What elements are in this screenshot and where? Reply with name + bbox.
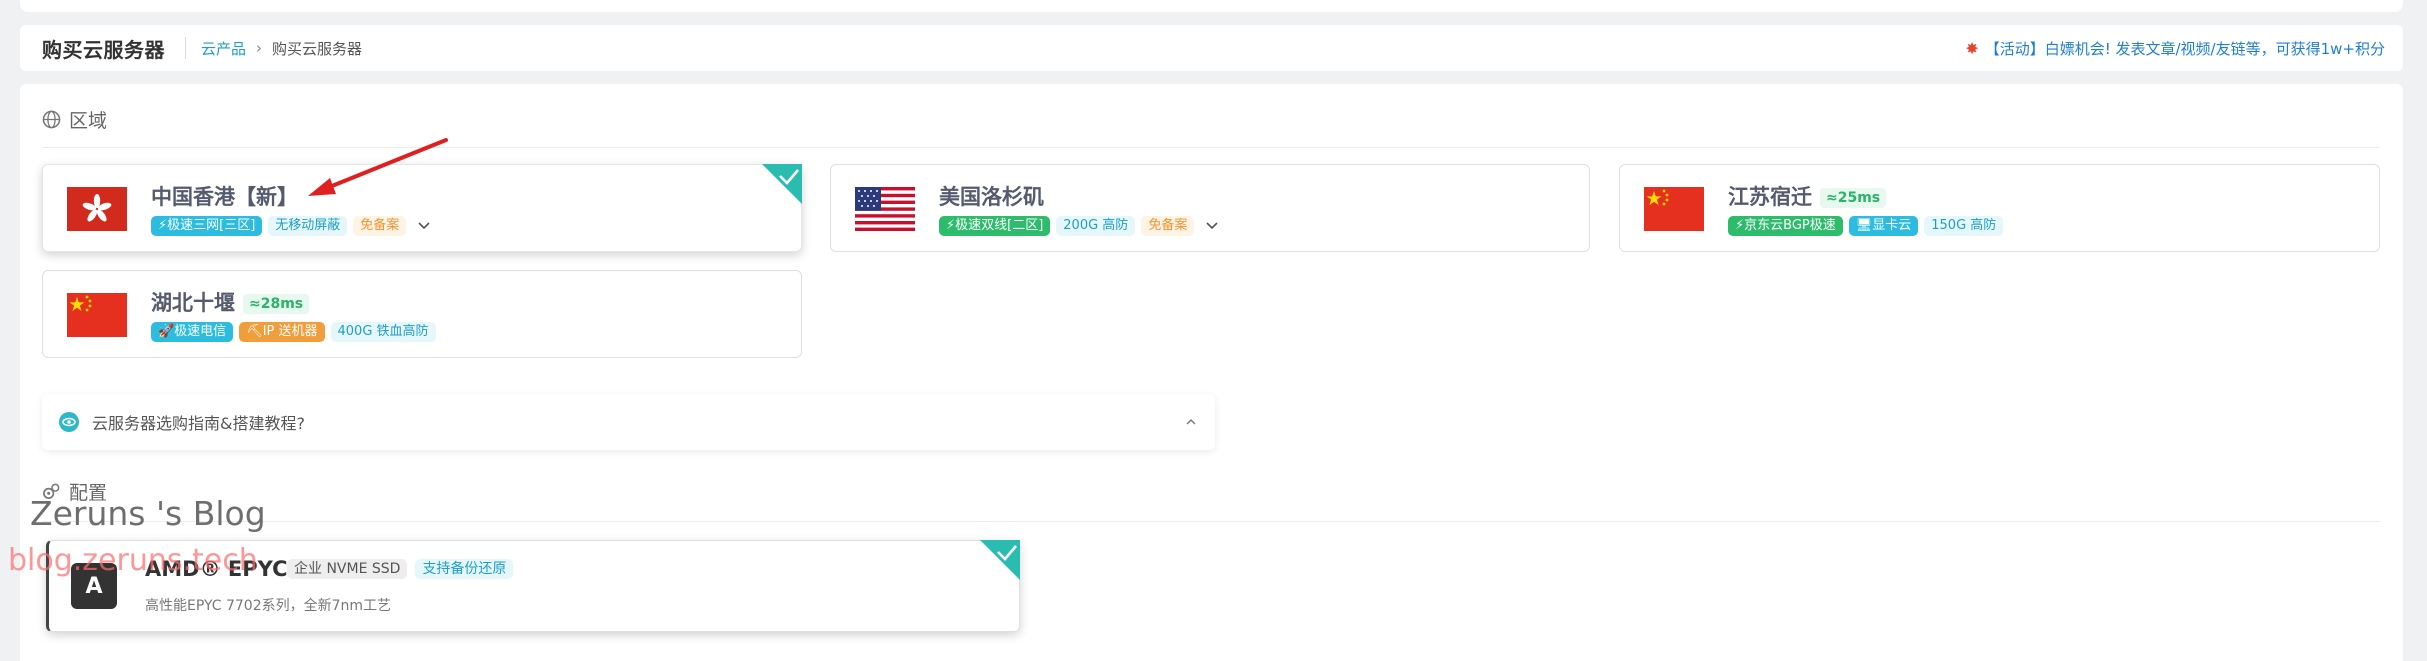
china-flag-icon — [67, 293, 127, 337]
globe-icon — [42, 110, 61, 129]
region-name: 江苏宿迁 ≈25ms — [1728, 181, 1887, 211]
region-card-suqian[interactable]: 江苏宿迁 ≈25ms ⚡京东云BGP极速 🖥显卡云 150G 高防 — [1619, 164, 2380, 252]
region-tag: 🚀极速电信 — [151, 322, 234, 342]
chevron-up-icon[interactable] — [1185, 416, 1197, 428]
breadcrumb-current: 购买云服务器 — [272, 39, 363, 58]
region-tags: 🚀极速电信 ⛏IP 送机器 400G 铁血高防 — [151, 322, 436, 342]
breadcrumb-parent-link[interactable]: 云产品 — [201, 38, 246, 59]
firework-icon: ✸ — [1965, 38, 1979, 58]
selected-check-icon — [762, 164, 802, 204]
watermark-url: blog.zeruns.tech — [8, 543, 258, 578]
region-tag: ⚡京东云BGP极速 — [1728, 216, 1843, 236]
region-name: 中国香港【新】 — [151, 181, 298, 211]
latency-badge: ≈28ms — [243, 294, 310, 314]
region-name-text: 湖北十堰 — [151, 291, 235, 315]
region-name-text: 江苏宿迁 — [1728, 185, 1812, 209]
usa-flag-icon — [855, 187, 915, 231]
region-tag: ⚡极速双线[二区] — [939, 216, 1051, 236]
china-flag-icon — [1644, 187, 1704, 231]
watermark-title: Zeruns 's Blog — [30, 494, 266, 533]
promo-banner[interactable]: ✸ 【活动】白嫖机会! 发表文章/视频/友链等，可获得1w+积分 — [1965, 25, 2385, 71]
region-tag: ⚡极速三网[三区] — [151, 216, 263, 236]
guide-accordion[interactable]: 云服务器选购指南&搭建教程? — [42, 394, 1215, 450]
chevron-down-icon[interactable] — [416, 218, 432, 234]
region-card-shiyan[interactable]: 湖北十堰 ≈28ms 🚀极速电信 ⛏IP 送机器 400G 铁血高防 — [42, 270, 802, 358]
region-tag: 无移动屏蔽 — [268, 216, 348, 236]
region-tag: ⛏IP 送机器 — [239, 322, 325, 342]
breadcrumb-chevron-icon: › — [256, 39, 263, 57]
region-name: 湖北十堰 ≈28ms — [151, 287, 310, 317]
top-panel-edge — [20, 0, 2403, 12]
region-tag: 🖥显卡云 — [1848, 216, 1919, 236]
guide-info-icon — [59, 412, 79, 432]
cpu-tag: 支持备份还原 — [415, 559, 514, 579]
chevron-down-icon[interactable] — [1204, 218, 1220, 234]
region-tags: ⚡极速三网[三区] 无移动屏蔽 免备案 — [151, 216, 432, 236]
region-section-heading: 区域 — [42, 106, 107, 133]
config-divider — [42, 521, 2380, 522]
guide-text: 云服务器选购指南&搭建教程? — [92, 414, 305, 433]
latency-badge: ≈25ms — [1820, 188, 1887, 208]
region-tag: 免备案 — [1141, 216, 1195, 236]
cpu-tags: 企业 NVME SSD 支持备份还原 — [287, 559, 514, 579]
region-name: 美国洛杉矶 — [939, 181, 1044, 211]
hongkong-flag-icon — [67, 187, 127, 231]
cpu-description: 高性能EPYC 7702系列，全新7nm工艺 — [145, 598, 392, 614]
promo-text[interactable]: 【活动】白嫖机会! 发表文章/视频/友链等，可获得1w+积分 — [1985, 38, 2385, 59]
region-tag: 200G 高防 — [1056, 216, 1136, 236]
header-divider — [185, 37, 186, 59]
region-tag: 150G 高防 — [1924, 216, 2004, 236]
region-name-text: 美国洛杉矶 — [939, 185, 1044, 209]
region-tag: 免备案 — [353, 216, 407, 236]
region-card-losangeles[interactable]: 美国洛杉矶 ⚡极速双线[二区] 200G 高防 免备案 — [830, 164, 1590, 252]
selected-check-icon — [980, 540, 1020, 580]
region-tags: ⚡京东云BGP极速 🖥显卡云 150G 高防 — [1728, 216, 2004, 236]
cpu-tag: 企业 NVME SSD — [287, 559, 408, 579]
annotation-arrow-icon — [308, 138, 448, 196]
page-title: 购买云服务器 — [42, 37, 165, 62]
region-tag: 400G 铁血高防 — [330, 322, 436, 342]
region-name-text: 中国香港【新】 — [151, 185, 298, 209]
page-header: 购买云服务器 云产品 › 购买云服务器 ✸ 【活动】白嫖机会! 发表文章/视频/… — [20, 25, 2403, 71]
region-section-label: 区域 — [69, 110, 108, 132]
region-tags: ⚡极速双线[二区] 200G 高防 免备案 — [939, 216, 1220, 236]
